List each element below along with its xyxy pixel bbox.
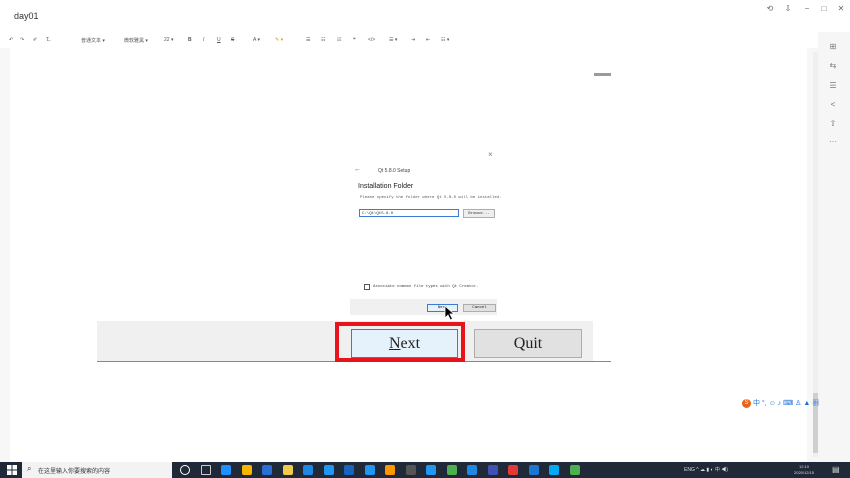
red-highlight-box [335,322,465,362]
more-icon[interactable]: ··· [826,137,840,146]
highlight-select[interactable]: ✎ ▾ [275,37,283,43]
clear-format-button[interactable]: T̶ [46,37,49,43]
taskbar-app-icon[interactable] [467,465,477,475]
pin-icon[interactable]: ⇩ [781,4,795,13]
taskbar-app-icon[interactable] [241,465,252,475]
taskbar-app-icon[interactable] [569,465,580,475]
underline-button[interactable]: U [217,37,221,43]
minimize-button[interactable]: − [800,4,814,13]
zoomed-quit-button[interactable]: Quit [474,329,582,358]
search-placeholder: 在这里输入你要搜索的内容 [38,469,111,475]
undo-button[interactable]: ↶ [9,37,13,43]
export-icon[interactable]: ⇧ [826,119,840,128]
notification-icon[interactable]: ▤ [832,465,840,474]
format-painter-button[interactable]: ✐ [33,37,37,43]
redo-button[interactable]: ↷ [20,37,24,43]
ime-toolbar[interactable]: S 中 °, ☺ ♪ ⌨ ♙ ▲ ▦ [742,398,819,408]
associate-checkbox-label: Associate common file types with Qt Crea… [373,285,479,289]
document-title: day01 [14,11,39,21]
layout-icon[interactable]: ⊞ [826,42,840,51]
taskbar-app-icon[interactable] [282,465,293,475]
taskbar-app-icon[interactable] [200,465,211,475]
ordered-list-button[interactable]: ☰ [306,37,310,43]
dialog-description: Please specify the folder where Qt 5.8.0… [360,196,502,200]
mouse-pointer-icon [444,305,456,321]
taskbar-app-icon[interactable] [446,465,457,475]
sync-icon[interactable]: ⟲ [763,4,777,13]
taskbar-app-icon[interactable] [344,465,354,475]
share-icon[interactable]: < [826,100,840,109]
sogou-logo-icon: S [742,398,751,408]
taskbar-clock[interactable]: 12:10 2020/12/15 [794,464,814,476]
dialog-close-icon[interactable]: × [488,150,493,159]
taskbar-app-icon[interactable] [303,465,313,475]
setup-title: Qt 5.8.0 Setup [378,168,411,174]
taskbar-app-icon[interactable] [323,465,334,475]
align-select[interactable]: ☰ ▾ [389,37,397,43]
document-page[interactable] [10,48,807,462]
close-button[interactable]: ✕ [834,4,848,13]
cancel-button[interactable]: Cancel [463,304,496,312]
taskbar-app-icon[interactable] [221,465,231,475]
browse-button[interactable]: Browse... [463,209,495,218]
taskbar-app-icon[interactable] [180,465,190,475]
taskbar-app-icon[interactable] [426,465,436,475]
right-sidebar [818,32,850,462]
clock-date: 2020/12/15 [794,470,815,475]
font-color-select[interactable]: A ▾ [253,37,260,43]
taskbar-app-icon[interactable] [528,465,539,475]
taskbar-app-icon[interactable] [487,465,498,475]
search-icon: ⌕ [27,464,32,473]
indent-button[interactable]: ⇥ [411,37,415,43]
quote-button[interactable]: ❝ [353,37,356,43]
maximize-button[interactable]: □ [817,4,831,13]
swap-icon[interactable]: ⇆ [826,61,840,70]
taskbar-app-icon[interactable] [262,465,272,475]
paragraph-style-select[interactable]: 普通文本 ▾ [81,37,105,44]
dialog-heading: Installation Folder [358,183,414,190]
image-resize-handle[interactable] [594,73,611,76]
font-size-select[interactable]: 22 ▾ [164,37,173,43]
title-bar [0,0,850,32]
back-arrow-icon[interactable]: ← [354,166,361,173]
outline-icon[interactable]: ☰ [826,81,840,90]
code-button[interactable]: </> [368,37,375,43]
strikethrough-button[interactable]: S [231,37,234,43]
outdent-button[interactable]: ⇤ [426,37,430,43]
system-tray[interactable]: ENG ^ ☁ ▮ ◐ 中 ◀) [684,466,728,473]
taskbar-app-icon[interactable] [405,465,416,475]
taskbar-app-icon[interactable] [385,465,395,475]
associate-checkbox[interactable] [364,284,370,290]
formatting-toolbar [0,36,805,48]
unordered-list-button[interactable]: ☷ [321,37,325,43]
taskbar-app-icon[interactable] [364,465,375,475]
install-path-input[interactable]: C:\Qt\Qt5.8.0 [359,209,459,217]
taskbar-app-icon[interactable] [508,465,518,475]
taskbar-app-icon[interactable] [549,465,559,475]
bold-button[interactable]: B [188,37,192,43]
ime-status-items: 中 °, ☺ ♪ ⌨ ♙ ▲ ▦ [752,400,820,407]
insert-select[interactable]: ☷ ▾ [441,37,449,43]
checklist-button[interactable]: ☑ [337,37,341,43]
font-family-select[interactable]: 微软雅黑 ▾ [124,37,148,44]
italic-button[interactable]: I [203,37,204,43]
windows-start-icon[interactable] [7,465,17,475]
